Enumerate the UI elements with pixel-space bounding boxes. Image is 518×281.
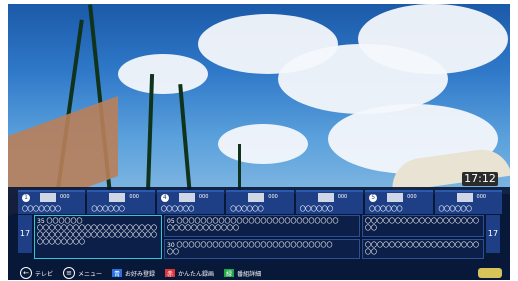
channel-name: 〇〇〇〇〇〇 (299, 206, 334, 213)
clock: 17:12 (462, 172, 498, 186)
time-label-right: 17 (486, 215, 500, 253)
channel-code: 000 (198, 194, 209, 200)
program-desc: 〇〇〇〇〇〇〇〇〇〇〇〇 (167, 225, 240, 232)
channel-logo (456, 193, 473, 202)
channel-name: 〇〇〇〇〇〇 (160, 206, 195, 213)
channel-logo (248, 193, 265, 202)
channel-logo (317, 193, 334, 202)
channel-tab[interactable]: 000 〇〇〇〇〇〇 (295, 190, 364, 214)
channel-name: 〇〇〇〇〇〇 (230, 206, 264, 213)
channel-number: 5 (369, 194, 378, 202)
channel-code: 000 (129, 194, 139, 200)
cloud (118, 54, 208, 94)
program-desc: 〇〇 (365, 249, 378, 256)
channel-name: 〇〇〇〇〇〇〇 (22, 206, 61, 213)
channel-tab[interactable]: 4 000 〇〇〇〇〇〇 (156, 190, 225, 214)
red-key-button[interactable]: 赤 かんたん録画 (165, 269, 214, 278)
program-cell-selected[interactable]: 35 〇〇〇〇〇〇 〇〇〇〇〇〇〇〇〇〇〇〇〇〇〇〇〇〇〇〇〇〇〇〇〇〇〇〇〇〇… (34, 215, 162, 259)
cloud (218, 124, 308, 164)
channel-code: 000 (268, 194, 278, 200)
brand-logo (478, 268, 502, 278)
channel-code: 000 (476, 194, 487, 200)
program-title: 〇〇〇〇〇〇〇〇〇〇〇〇〇〇〇〇〇〇〇 (365, 242, 480, 249)
palm-tree (178, 84, 192, 194)
footer-bar: ← テレビ ≡ メニュー 青 お好み登録 赤 かんたん録画 緑 番組詳細 (8, 266, 510, 280)
channel-tab[interactable]: 1 000 〇〇〇〇〇〇〇 (18, 190, 86, 214)
program-title: 35 〇〇〇〇〇〇 (37, 218, 83, 225)
program-desc: 〇〇 (167, 249, 180, 256)
green-key-icon: 緑 (224, 269, 235, 278)
program-cell[interactable]: 05 〇〇〇〇〇〇〇〇〇〇〇〇〇〇〇〇〇〇〇〇〇〇〇〇〇〇〇 〇〇〇〇〇〇〇〇〇… (164, 215, 360, 237)
program-desc: 〇〇〇〇〇〇〇〇〇〇〇〇〇〇〇〇〇〇〇〇〇〇〇〇〇〇〇〇〇〇〇〇〇〇〇〇〇〇〇〇… (37, 225, 158, 246)
back-arrow-icon: ← (20, 267, 32, 279)
channel-number: 4 (160, 194, 169, 202)
blue-key-button[interactable]: 青 お好み登録 (112, 269, 155, 278)
channel-logo (40, 193, 56, 202)
channel-tab[interactable]: 000 〇〇〇〇〇〇 (434, 190, 502, 214)
channel-number: 1 (22, 194, 30, 202)
back-label: テレビ (35, 270, 54, 278)
channel-name: 〇〇〇〇〇〇 (369, 206, 403, 213)
channel-code: 000 (407, 194, 417, 200)
red-key-icon: 赤 (165, 269, 176, 278)
menu-icon: ≡ (63, 267, 76, 279)
program-title: 〇〇〇〇〇〇〇〇〇〇〇〇〇〇〇〇〇〇〇 (365, 218, 480, 225)
blue-key-icon: 青 (112, 269, 123, 278)
channel-logo (387, 193, 404, 202)
program-cell[interactable]: 30 〇〇〇〇〇〇〇〇〇〇〇〇〇〇〇〇〇〇〇〇〇〇〇〇〇〇 〇〇 (164, 239, 360, 259)
red-key-label: かんたん録画 (178, 270, 215, 278)
tv-screen: 17:12 1 000 〇〇〇〇〇〇〇 000 〇〇〇〇〇〇 4 000 〇〇〇… (8, 4, 510, 280)
cloud (358, 4, 508, 74)
green-key-button[interactable]: 緑 番組詳細 (224, 269, 261, 278)
program-title: 05 〇〇〇〇〇〇〇〇〇〇〇〇〇〇〇〇〇〇〇〇〇〇〇〇〇〇〇 (167, 218, 339, 225)
channel-name: 〇〇〇〇〇〇 (91, 206, 125, 213)
program-cell[interactable]: 〇〇〇〇〇〇〇〇〇〇〇〇〇〇〇〇〇〇〇 〇〇 (362, 215, 484, 237)
channel-tab[interactable]: 5 000 〇〇〇〇〇〇 (365, 190, 433, 214)
program-title: 30 〇〇〇〇〇〇〇〇〇〇〇〇〇〇〇〇〇〇〇〇〇〇〇〇〇〇 (167, 242, 333, 249)
channel-code: 000 (337, 194, 348, 200)
green-key-label: 番組詳細 (237, 270, 262, 278)
program-desc: 〇〇 (365, 225, 378, 232)
channel-code: 000 (60, 194, 70, 200)
channel-name: 〇〇〇〇〇〇 (438, 206, 473, 213)
back-button[interactable]: ← テレビ (20, 267, 53, 279)
channel-tab[interactable]: 000 〇〇〇〇〇〇 (87, 190, 155, 214)
blue-key-label: お好み登録 (125, 270, 156, 278)
background-photo (8, 4, 510, 217)
menu-button[interactable]: ≡ メニュー (63, 267, 102, 279)
program-cell[interactable]: 〇〇〇〇〇〇〇〇〇〇〇〇〇〇〇〇〇〇〇 〇〇 (362, 239, 484, 259)
menu-label: メニュー (78, 270, 103, 278)
channel-header-row: 1 000 〇〇〇〇〇〇〇 000 〇〇〇〇〇〇 4 000 〇〇〇〇〇〇 00… (18, 190, 502, 214)
channel-tab[interactable]: 000 〇〇〇〇〇〇 (226, 190, 294, 214)
channel-logo (109, 193, 126, 202)
channel-logo (178, 193, 195, 202)
time-label-left: 17 (18, 215, 32, 253)
